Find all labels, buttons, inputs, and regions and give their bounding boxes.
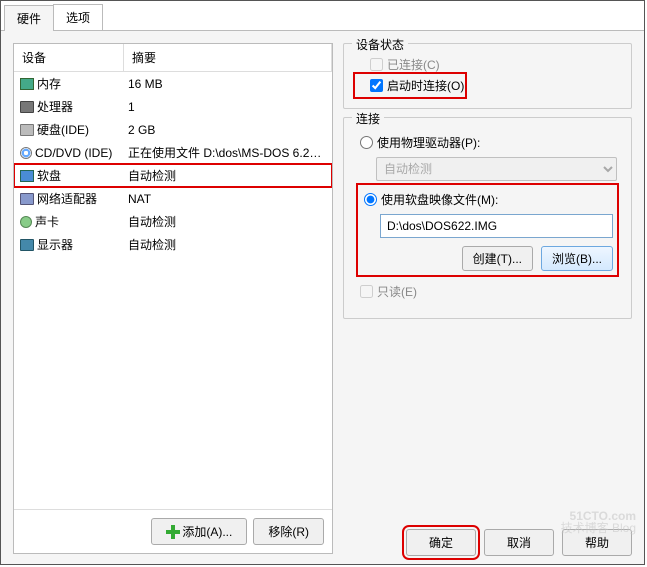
connect-on-poweron-checkbox[interactable] — [370, 79, 383, 92]
snd-icon — [20, 216, 32, 228]
device-row[interactable]: 处理器 1 — [14, 95, 332, 118]
use-image-label: 使用软盘映像文件(M): — [381, 191, 498, 208]
image-path-input[interactable] — [380, 214, 613, 238]
readonly-row: 只读(E) — [358, 281, 617, 302]
connected-label: 已连接(C) — [387, 56, 440, 73]
content-area: 设备 摘要 内存 16 MB 处理器 1 硬盘(IDE) 2 GB CD/DVD (IDE)… — [1, 31, 644, 566]
use-image-section: 使用软盘映像文件(M): 创建(T)... 浏览(B)... — [358, 185, 617, 275]
device-name: 内存 — [37, 75, 61, 92]
device-summary: NAT — [124, 191, 332, 207]
device-status-group: 设备状态 已连接(C) 启动时连接(O) — [343, 43, 632, 109]
device-summary: 自动检测 — [124, 235, 332, 254]
net-icon — [20, 193, 34, 205]
device-name: 硬盘(IDE) — [37, 121, 89, 138]
physical-drive-select: 自动检测 — [376, 157, 617, 181]
column-device[interactable]: 设备 — [14, 44, 124, 71]
connected-checkbox — [370, 58, 383, 71]
use-physical-radio[interactable] — [360, 136, 373, 149]
device-list[interactable]: 内存 16 MB 处理器 1 硬盘(IDE) 2 GB CD/DVD (IDE) 正在使用文件… — [14, 72, 332, 509]
use-physical-row[interactable]: 使用物理驱动器(P): — [358, 132, 617, 153]
add-button[interactable]: 添加(A)... — [151, 518, 247, 545]
plus-icon — [166, 525, 180, 539]
column-summary[interactable]: 摘要 — [124, 44, 332, 71]
hdd-icon — [20, 124, 34, 136]
create-button[interactable]: 创建(T)... — [462, 246, 533, 271]
device-name: 网络适配器 — [37, 190, 97, 207]
device-name: 处理器 — [37, 98, 73, 115]
ok-button[interactable]: 确定 — [406, 529, 476, 556]
cancel-button[interactable]: 取消 — [484, 529, 554, 556]
device-summary: 2 GB — [124, 122, 332, 138]
readonly-checkbox — [360, 285, 373, 298]
device-list-header: 设备 摘要 — [14, 44, 332, 72]
dialog-footer: 确定 取消 帮助 — [406, 529, 632, 556]
device-row[interactable]: 显示器 自动检测 — [14, 233, 332, 256]
readonly-label: 只读(E) — [377, 283, 417, 300]
device-summary: 16 MB — [124, 76, 332, 92]
use-physical-label: 使用物理驱动器(P): — [377, 134, 480, 151]
connect-on-poweron-row[interactable]: 启动时连接(O) — [356, 75, 464, 96]
device-summary: 1 — [124, 99, 332, 115]
help-button[interactable]: 帮助 — [562, 529, 632, 556]
device-summary: 自动检测 — [124, 166, 332, 185]
cd-icon — [20, 147, 32, 159]
device-name: 声卡 — [35, 213, 59, 230]
device-name: 显示器 — [37, 236, 73, 253]
connect-on-poweron-label: 启动时连接(O) — [387, 77, 464, 94]
device-name: CD/DVD (IDE) — [35, 146, 112, 160]
device-status-title: 设备状态 — [352, 36, 408, 53]
connected-row: 已连接(C) — [356, 54, 619, 75]
device-row[interactable]: 内存 16 MB — [14, 72, 332, 95]
connection-title: 连接 — [352, 110, 384, 127]
right-panel: 设备状态 已连接(C) 启动时连接(O) 连接 使用物理驱动器(P): — [343, 43, 632, 554]
device-list-buttons: 添加(A)... 移除(R) — [14, 509, 332, 553]
device-row[interactable]: CD/DVD (IDE) 正在使用文件 D:\dos\MS-DOS 6.22...… — [14, 141, 332, 164]
device-list-panel: 设备 摘要 内存 16 MB 处理器 1 硬盘(IDE) 2 GB CD/DVD (IDE)… — [13, 43, 333, 554]
tab-bar: 硬件 选项 — [1, 1, 644, 31]
connection-group: 连接 使用物理驱动器(P): 自动检测 使用软盘映像文件 — [343, 117, 632, 319]
remove-button[interactable]: 移除(R) — [253, 518, 324, 545]
browse-button[interactable]: 浏览(B)... — [541, 246, 613, 271]
use-image-row[interactable]: 使用软盘映像文件(M): — [362, 189, 613, 210]
device-row[interactable]: 网络适配器 NAT — [14, 187, 332, 210]
device-row[interactable]: 硬盘(IDE) 2 GB — [14, 118, 332, 141]
device-summary: 自动检测 — [124, 212, 332, 231]
use-image-radio[interactable] — [364, 193, 377, 206]
cpu-icon — [20, 101, 34, 113]
device-summary: 正在使用文件 D:\dos\MS-DOS 6.22.... — [124, 143, 332, 162]
tab-options[interactable]: 选项 — [53, 4, 103, 30]
floppy-icon — [20, 170, 34, 182]
device-name: 软盘 — [37, 167, 61, 184]
device-row[interactable]: 软盘 自动检测 — [14, 164, 332, 187]
tab-hardware[interactable]: 硬件 — [4, 5, 54, 31]
settings-window: 硬件 选项 设备 摘要 内存 16 MB 处理器 1 硬盘(IDE) 2 GB CD/DVD… — [0, 0, 645, 565]
disp-icon — [20, 239, 34, 251]
mem-icon — [20, 78, 34, 90]
device-row[interactable]: 声卡 自动检测 — [14, 210, 332, 233]
